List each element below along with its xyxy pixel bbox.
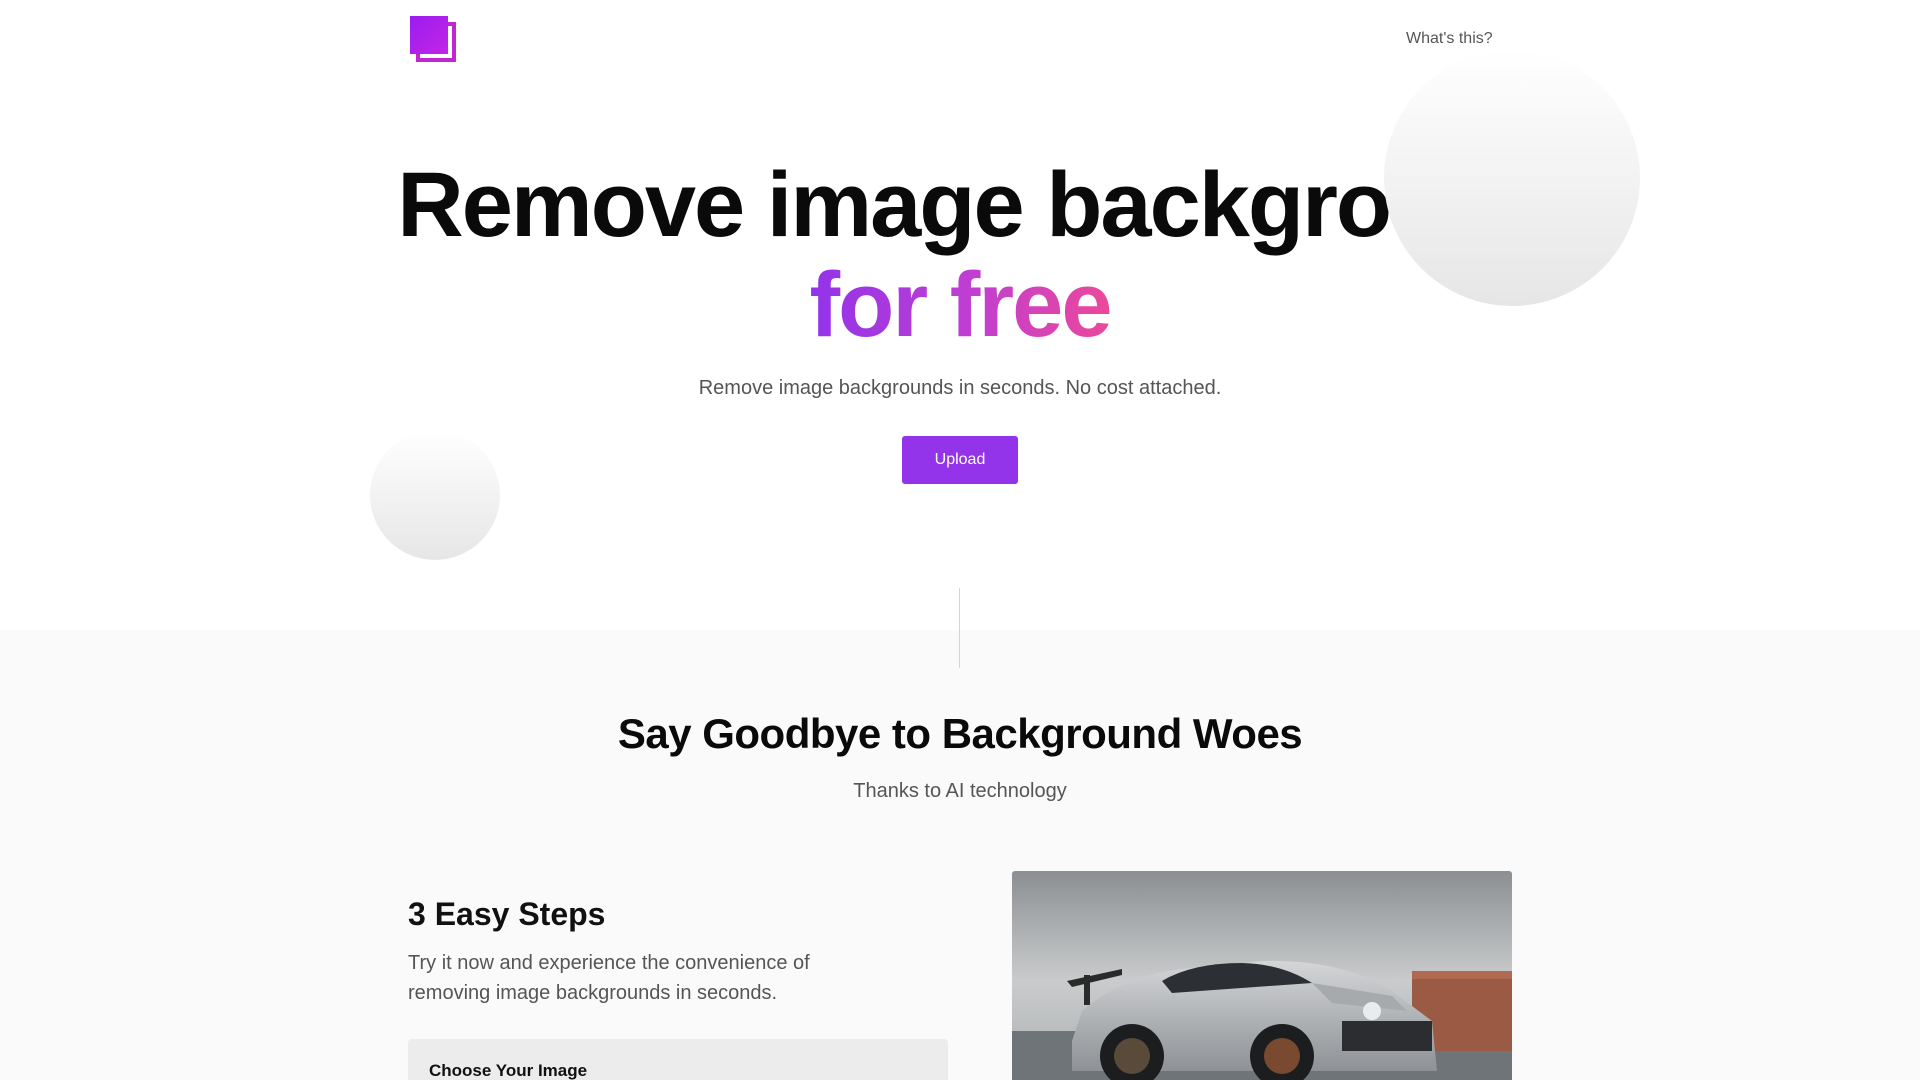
whats-this-link[interactable]: What's this? bbox=[1406, 30, 1493, 48]
upload-button[interactable]: Upload bbox=[902, 436, 1018, 484]
decorative-circle-large bbox=[1384, 50, 1640, 306]
section-title: Say Goodbye to Background Woes bbox=[617, 710, 1303, 757]
step-card-choose-image[interactable]: Choose Your Image bbox=[408, 1039, 948, 1080]
steps-title: 3 Easy Steps bbox=[408, 896, 606, 932]
step-card-title: Choose Your Image bbox=[429, 1061, 588, 1080]
logo-front-square bbox=[410, 16, 448, 54]
section-subtitle: Thanks to AI technology bbox=[853, 780, 1067, 802]
hero-title-gradient: for free bbox=[809, 254, 1113, 356]
decorative-circle-small bbox=[370, 430, 500, 560]
logo-icon[interactable] bbox=[410, 16, 456, 62]
steps-description: Try it now and experience the convenienc… bbox=[408, 952, 810, 1004]
features-section bbox=[0, 630, 1920, 1080]
hero-subtitle: Remove image backgrounds in seconds. No … bbox=[698, 377, 1222, 399]
section-divider bbox=[959, 588, 960, 668]
car-sample-image bbox=[1012, 871, 1512, 1080]
page: What's this? Remove image background for… bbox=[0, 0, 1920, 1080]
car-illustration bbox=[1012, 871, 1512, 1080]
